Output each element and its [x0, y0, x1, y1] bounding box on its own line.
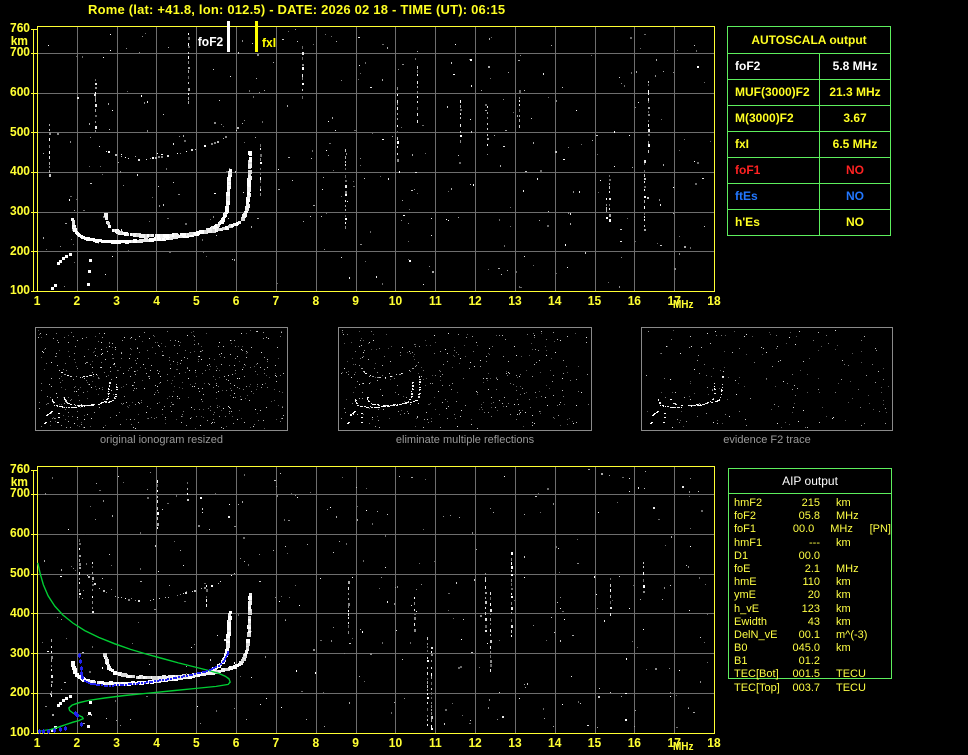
aip-row: TEC[Bot]001.5 TECU [729, 668, 891, 681]
value: 00.1 [788, 629, 820, 642]
value: 00.0 [784, 523, 814, 536]
unit: MHz [830, 523, 867, 536]
param-value: 3.67 [820, 106, 890, 131]
value: 003.7 [788, 682, 820, 695]
param: B1 [729, 655, 788, 668]
param-value: NO [820, 158, 890, 183]
param-value: 5.8 MHz [820, 54, 890, 79]
value: 2.1 [788, 563, 820, 576]
bottom-ionogram-plot [0, 455, 724, 755]
autoscala-table-title: AUTOSCALA output [728, 27, 890, 54]
param-label: foF2 [728, 54, 820, 79]
aip-row: hmF1--- km [729, 537, 891, 550]
autoscala-row: M(3000)F23.67 [728, 106, 890, 132]
unit: km [836, 537, 876, 550]
value: 20 [788, 589, 820, 602]
unit: km [836, 589, 876, 602]
aip-output-table: AIP output hmF2215kmfoF205.8MHzfoF100.0M… [728, 468, 892, 679]
aip-row: foE2.1 MHz [729, 563, 891, 576]
note: [PN] [870, 523, 891, 536]
autoscala-screen: Rome (lat: +41.8, lon: 012.5) - DATE: 20… [0, 0, 968, 755]
value: 110 [788, 576, 820, 589]
unit [836, 550, 876, 563]
thumbnail-caption-evidence: evidence F2 trace [641, 434, 893, 446]
value: --- [788, 537, 820, 550]
unit: km [836, 576, 876, 589]
page-title: Rome (lat: +41.8, lon: 012.5) - DATE: 20… [88, 2, 505, 17]
param: foF2 [729, 510, 788, 523]
aip-row: DelN_vE00.1 m^(-3) [729, 629, 891, 642]
thumbnail-evidence-f2-trace [641, 327, 893, 431]
thumbnail-eliminate-reflections [338, 327, 592, 431]
unit: TECU [836, 668, 876, 681]
value: 001.5 [788, 668, 820, 681]
aip-table-title: AIP output [729, 469, 891, 494]
param: foF1 [729, 523, 784, 536]
autoscala-output-table: AUTOSCALA output foF25.8 MHzMUF(3000)F22… [727, 26, 891, 236]
unit: TECU [836, 682, 876, 695]
autoscala-row: foF1NO [728, 158, 890, 184]
autoscala-row: h'EsNO [728, 210, 890, 235]
param: TEC[Bot] [729, 668, 788, 681]
param-label: h'Es [728, 210, 820, 235]
top-ionogram-plot [0, 18, 724, 314]
autoscala-row: MUF(3000)F221.3 MHz [728, 80, 890, 106]
param: hmE [729, 576, 788, 589]
value: 215 [788, 497, 820, 510]
aip-row: foF205.8 MHz [729, 510, 891, 523]
param: DelN_vE [729, 629, 788, 642]
aip-row: hmF2215 km [729, 497, 891, 510]
unit: MHz [836, 563, 876, 576]
param-label: MUF(3000)F2 [728, 80, 820, 105]
param: ymE [729, 589, 788, 602]
autoscala-row: fxI6.5 MHz [728, 132, 890, 158]
value: 05.8 [788, 510, 820, 523]
value: 123 [788, 603, 820, 616]
autoscala-row: foF25.8 MHz [728, 54, 890, 80]
value: 045.0 [788, 642, 820, 655]
value: 01.2 [788, 655, 820, 668]
aip-row: B0045.0 km [729, 642, 891, 655]
param-label: foF1 [728, 158, 820, 183]
param-value: 6.5 MHz [820, 132, 890, 157]
param-label: ftEs [728, 184, 820, 209]
aip-row: hmE110 km [729, 576, 891, 589]
unit [836, 655, 876, 668]
param: D1 [729, 550, 788, 563]
unit: km [836, 603, 876, 616]
unit: km [836, 642, 876, 655]
param-value: NO [820, 210, 890, 235]
param: h_vE [729, 603, 788, 616]
param-value: 21.3 MHz [820, 80, 890, 105]
value: 00.0 [788, 550, 820, 563]
autoscala-table-rows: foF25.8 MHzMUF(3000)F221.3 MHzM(3000)F23… [728, 54, 890, 235]
thumbnail-original-ionogram [35, 327, 288, 431]
param: hmF1 [729, 537, 788, 550]
param-label: M(3000)F2 [728, 106, 820, 131]
aip-table-rows: hmF2215kmfoF205.8MHzfoF100.0MHz[PN]hmF1-… [729, 497, 891, 695]
aip-row: Ewidth43 km [729, 616, 891, 629]
unit: m^(-3) [836, 629, 876, 642]
param: TEC[Top] [729, 682, 788, 695]
aip-row: TEC[Top]003.7 TECU [729, 682, 891, 695]
param: hmF2 [729, 497, 788, 510]
param: foE [729, 563, 788, 576]
unit: km [836, 497, 876, 510]
unit: MHz [836, 510, 876, 523]
unit: km [836, 616, 876, 629]
param: B0 [729, 642, 788, 655]
aip-row: D100.0 [729, 550, 891, 563]
aip-row: foF100.0 MHz[PN] [729, 523, 891, 536]
param-label: fxI [728, 132, 820, 157]
thumbnail-caption-original: original ionogram resized [35, 434, 288, 446]
aip-row: ymE20 km [729, 589, 891, 602]
value: 43 [788, 616, 820, 629]
aip-row: B101.2 [729, 655, 891, 668]
autoscala-row: ftEsNO [728, 184, 890, 210]
aip-row: h_vE123 km [729, 603, 891, 616]
param-value: NO [820, 184, 890, 209]
param: Ewidth [729, 616, 788, 629]
thumbnail-caption-eliminate: eliminate multiple reflections [338, 434, 592, 446]
